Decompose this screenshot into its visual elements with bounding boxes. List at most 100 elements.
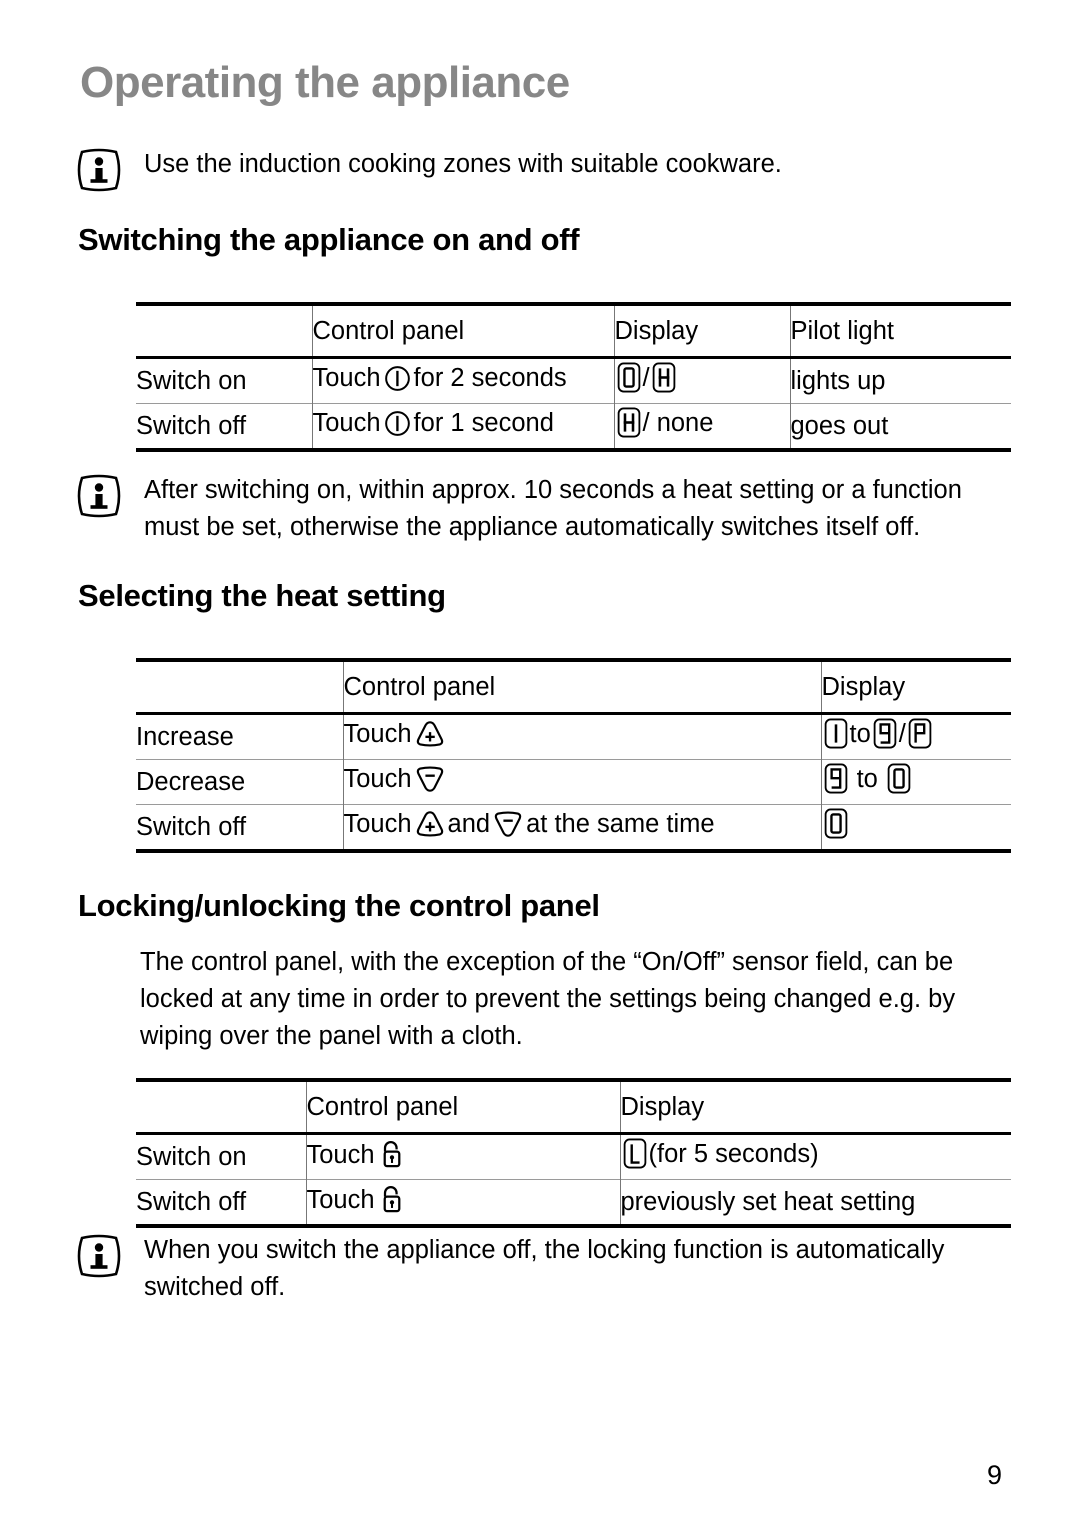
- page-title: Operating the appliance: [80, 58, 570, 107]
- note-line-2: switched off.: [144, 1273, 286, 1301]
- touch-label: Touch: [343, 764, 412, 793]
- row-control-suffix: for 1 second: [413, 408, 554, 437]
- col-header-blank: [136, 658, 343, 714]
- display-text: (for 5 seconds): [648, 1140, 819, 1168]
- table-row: Switch off Touch and at the same time: [136, 804, 1011, 851]
- touch-label: Touch: [306, 1185, 375, 1214]
- row-display: /: [613, 356, 790, 404]
- document-page: Operating the appliance Use the inductio…: [0, 0, 1080, 1529]
- row-control-suffix: at the same time: [526, 809, 715, 838]
- table-bottom-rule: [136, 448, 1011, 454]
- table: Control panel Display Pilot light Switch…: [136, 302, 1011, 454]
- row-display: previously set heat setting: [619, 1179, 1011, 1226]
- col-header-display: Display: [613, 302, 790, 358]
- section-heading-locking: Locking/unlocking the control panel: [78, 888, 600, 923]
- table-bottom-rule: [136, 1224, 1011, 1230]
- row-display: / none: [613, 403, 790, 450]
- row-control-panel: Touch: [342, 759, 821, 805]
- table-bottom-rule: [136, 849, 1011, 855]
- col-header-display: Display: [619, 1078, 1011, 1134]
- table-row: Switch on Touch for 2 seconds / lights up: [136, 356, 1011, 404]
- minus-triangle-icon: [493, 810, 523, 845]
- touch-label: Touch: [312, 408, 381, 437]
- power-onoff-icon: [384, 365, 411, 399]
- row-control-panel: Touch for 2 seconds: [311, 356, 614, 404]
- segment-display-0: [617, 362, 641, 400]
- padlock-icon: [378, 1184, 406, 1221]
- segment-display-L: [623, 1138, 647, 1176]
- col-header-display: Display: [820, 658, 1011, 714]
- col-header-control-panel: Control panel: [311, 302, 614, 358]
- info-icon: [76, 1234, 122, 1278]
- row-control-panel: Touch: [305, 1179, 620, 1226]
- row-control-panel: Touch: [305, 1132, 620, 1180]
- note-line-1: After switching on, within approx. 10 se…: [144, 476, 962, 504]
- row-control-mid: and: [447, 809, 491, 838]
- segment-display-P: [908, 718, 932, 756]
- col-header-control-panel: Control panel: [305, 1078, 620, 1134]
- note-line-1: When you switch the appliance off, the l…: [144, 1236, 945, 1264]
- touch-label: Touch: [343, 719, 412, 748]
- segment-display-0: [824, 808, 848, 846]
- table-row: Switch off Touch previously set heat set…: [136, 1179, 1011, 1226]
- display-separator: /: [642, 409, 650, 437]
- col-header-control-panel: Control panel: [342, 658, 821, 714]
- row-action: Switch on: [136, 1132, 306, 1180]
- display-separator: /: [898, 720, 906, 748]
- table-header-row: Control panel Display: [136, 658, 1011, 714]
- table: Control panel Display Increase Touch to /…: [136, 658, 1011, 855]
- segment-display-H: [617, 407, 641, 445]
- row-action: Decrease: [136, 759, 343, 805]
- padlock-icon: [378, 1139, 406, 1176]
- table-header-row: Control panel Display Pilot light: [136, 302, 1011, 358]
- col-header-blank: [136, 302, 312, 358]
- col-header-pilot-light: Pilot light: [789, 302, 1011, 358]
- row-display: to: [820, 759, 1011, 805]
- row-action: Switch off: [136, 1179, 306, 1226]
- minus-triangle-icon: [415, 765, 445, 800]
- table-row: Decrease Touch to: [136, 759, 1011, 805]
- row-display: to /: [820, 712, 1011, 760]
- intro-note-text: Use the induction cooking zones with sui…: [144, 150, 782, 178]
- segment-display-9: [873, 718, 897, 756]
- row-control-panel: Touch: [342, 712, 821, 760]
- table-row: Switch on Touch (for 5 seconds): [136, 1132, 1011, 1180]
- row-action: Switch off: [136, 403, 312, 450]
- display-to-label: to: [856, 765, 878, 793]
- table-row: Increase Touch to /: [136, 712, 1011, 760]
- segment-display-1: [824, 718, 848, 756]
- row-action: Switch off: [136, 804, 343, 851]
- col-header-blank: [136, 1078, 306, 1134]
- display-separator: /: [642, 364, 650, 392]
- info-icon: [76, 148, 122, 192]
- table-row: Switch off Touch for 1 second / none goes…: [136, 403, 1011, 450]
- table: Control panel Display Switch on Touch (f…: [136, 1078, 1011, 1230]
- table-heat-setting: Control panel Display Increase Touch to /…: [136, 658, 1011, 855]
- page-number: 9: [986, 1460, 1002, 1490]
- table-locking: Control panel Display Switch on Touch (f…: [136, 1078, 1011, 1230]
- row-control-panel: Touch for 1 second: [311, 403, 614, 450]
- row-control-panel: Touch and at the same time: [342, 804, 821, 851]
- note-line-2: must be set, otherwise the appliance aut…: [144, 513, 921, 541]
- segment-display-9: [824, 763, 848, 801]
- display-to-label: to: [849, 720, 871, 748]
- note-locking-auto-off: When you switch the appliance off, the l…: [74, 1232, 1014, 1306]
- touch-label: Touch: [312, 363, 381, 392]
- note-text: When you switch the appliance off, the l…: [144, 1232, 1014, 1306]
- display-none-label: none: [656, 409, 714, 437]
- row-pilot-light: goes out: [789, 403, 1011, 450]
- segment-display-0: [887, 763, 911, 801]
- row-control-suffix: for 2 seconds: [413, 363, 567, 392]
- row-action: Switch on: [136, 356, 312, 404]
- touch-label: Touch: [306, 1140, 375, 1169]
- section-heading-switching: Switching the appliance on and off: [78, 222, 580, 257]
- intro-note: Use the induction cooking zones with sui…: [74, 146, 1004, 192]
- table-switching-on-off: Control panel Display Pilot light Switch…: [136, 302, 1011, 454]
- row-action: Increase: [136, 712, 343, 760]
- segment-display-H: [652, 362, 676, 400]
- touch-label: Touch: [343, 809, 412, 838]
- note-auto-switch-off: After switching on, within approx. 10 se…: [74, 472, 1014, 546]
- power-onoff-icon: [384, 410, 411, 444]
- locking-body-text: The control panel, with the exception of…: [140, 948, 956, 1050]
- info-icon: [76, 474, 122, 518]
